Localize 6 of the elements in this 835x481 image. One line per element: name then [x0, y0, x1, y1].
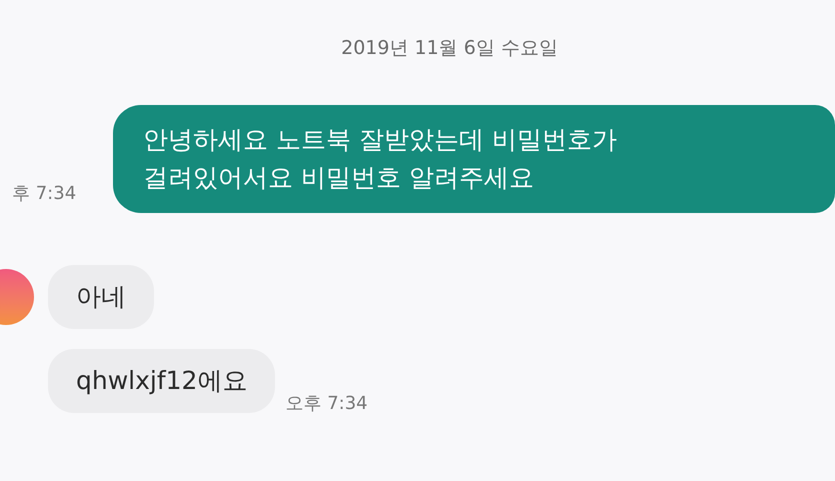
date-divider: 2019년 11월 6일 수요일 — [341, 36, 558, 61]
message-time: 오후 7:34 — [285, 392, 368, 416]
message-bubble: 안녕하세요 노트북 잘받았는데 비밀번호가 걸려있어서요 비밀번호 알려주세요 — [113, 104, 835, 212]
message-bubble: qhwlxjf12에요 — [48, 348, 276, 412]
message-time: 후 7:34 — [12, 182, 76, 206]
message-bubble: 아네 — [48, 264, 154, 328]
